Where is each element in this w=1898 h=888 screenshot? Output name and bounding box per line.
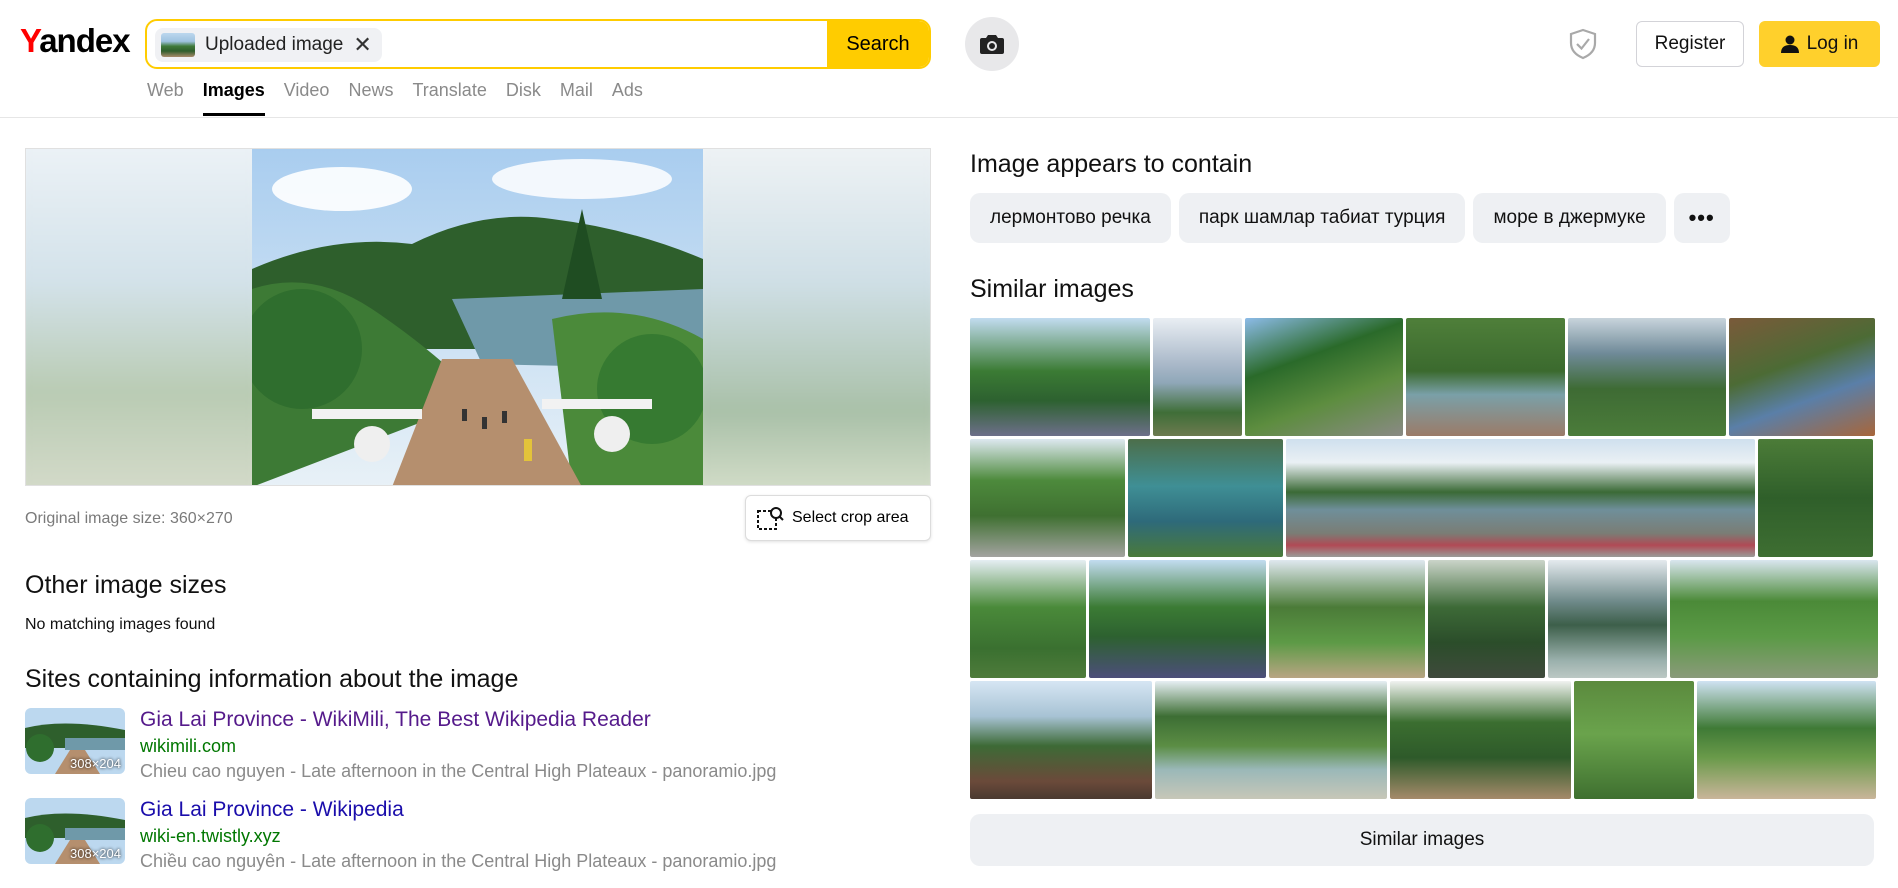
- uploaded-image-chip[interactable]: Uploaded image ✕: [155, 28, 382, 62]
- select-crop-area-button[interactable]: Select crop area: [745, 495, 931, 541]
- similar-image-thumbnail[interactable]: [1697, 681, 1876, 799]
- similar-image-thumbnail[interactable]: [970, 439, 1125, 557]
- logo-first-letter: Y: [20, 22, 40, 59]
- search-button[interactable]: Search: [827, 21, 929, 67]
- similar-image-thumbnail[interactable]: [1128, 439, 1283, 557]
- tab-images[interactable]: Images: [202, 80, 265, 116]
- similar-image-thumbnail[interactable]: [970, 318, 1150, 436]
- site-result-title[interactable]: Gia Lai Province - Wikipedia: [140, 798, 404, 822]
- tab-web[interactable]: Web: [147, 80, 184, 116]
- similar-image-thumbnail[interactable]: [1574, 681, 1694, 799]
- thumbnail-size: 308×204: [70, 756, 121, 771]
- similar-grid-row: [970, 318, 1875, 436]
- similar-image-thumbnail[interactable]: [1390, 681, 1571, 799]
- similar-grid-row: [970, 439, 1873, 557]
- register-button[interactable]: Register: [1636, 21, 1744, 67]
- similar-image-thumbnail[interactable]: [1568, 318, 1726, 436]
- thumbnail-size: 308×204: [70, 846, 121, 861]
- login-button[interactable]: Log in: [1759, 21, 1880, 67]
- similar-image-thumbnail[interactable]: [1548, 560, 1667, 678]
- yandex-logo[interactable]: Yandex: [20, 22, 131, 60]
- similar-image-thumbnail[interactable]: [1153, 318, 1242, 436]
- crop-icon: [757, 507, 784, 530]
- tag-item[interactable]: лермонтово речка: [970, 193, 1171, 243]
- site-result-thumbnail[interactable]: 308×204: [25, 708, 125, 774]
- login-label: Log in: [1806, 33, 1859, 54]
- tab-disk[interactable]: Disk: [506, 80, 541, 116]
- similar-image-thumbnail[interactable]: [1670, 560, 1878, 678]
- similar-image-thumbnail[interactable]: [1758, 439, 1873, 557]
- chip-label: Uploaded image: [205, 34, 344, 55]
- site-result-url[interactable]: wikimili.com: [140, 736, 236, 757]
- similar-image-thumbnail[interactable]: [1269, 560, 1425, 678]
- similar-image-thumbnail[interactable]: [970, 560, 1086, 678]
- remove-image-icon[interactable]: ✕: [353, 34, 371, 56]
- image-preview: [25, 148, 931, 486]
- shield-icon[interactable]: [1568, 28, 1598, 60]
- no-matching-message: No matching images found: [25, 616, 216, 633]
- camera-icon: [980, 35, 1004, 54]
- more-tags-button[interactable]: •••: [1673, 193, 1730, 243]
- tag-item[interactable]: море в джермуке: [1473, 193, 1666, 243]
- similar-image-thumbnail[interactable]: [970, 681, 1152, 799]
- similar-image-thumbnail[interactable]: [1155, 681, 1387, 799]
- object-tags: лермонтово речка парк шамлар табиат турц…: [970, 193, 1730, 243]
- site-result-thumbnail[interactable]: 308×204: [25, 798, 125, 864]
- image-contains-heading: Image appears to contain: [970, 150, 1253, 178]
- other-sizes-heading: Other image sizes: [25, 571, 227, 599]
- tab-translate[interactable]: Translate: [412, 80, 486, 116]
- similar-images-button[interactable]: Similar images: [970, 814, 1874, 866]
- tab-news[interactable]: News: [348, 80, 393, 116]
- site-result-description: Chiều cao nguyên - Late afternoon in the…: [140, 851, 777, 871]
- tab-ads[interactable]: Ads: [612, 80, 643, 116]
- site-result-url[interactable]: wiki-en.twistly.xyz: [140, 826, 281, 847]
- similar-image-thumbnail[interactable]: [1406, 318, 1565, 436]
- similar-image-thumbnail[interactable]: [1245, 318, 1403, 436]
- service-tabs: Web Images Video News Translate Disk Mai…: [147, 80, 662, 116]
- similar-images-heading: Similar images: [970, 275, 1134, 303]
- camera-search-button[interactable]: [965, 17, 1019, 71]
- site-result: 308×204 Gia Lai Province - Wikipedia wik…: [25, 798, 905, 871]
- header: Yandex Uploaded image ✕ Search Register …: [0, 0, 1898, 118]
- preview-blur-right: [692, 149, 930, 485]
- crop-button-label: Select crop area: [792, 509, 909, 526]
- uploaded-image-thumbnail: [161, 33, 195, 57]
- site-result-description: Chieu cao nguyen - Late afternoon in the…: [140, 761, 777, 781]
- site-result-title[interactable]: Gia Lai Province - WikiMili, The Best Wi…: [140, 708, 651, 732]
- site-result: 308×204 Gia Lai Province - WikiMili, The…: [25, 708, 905, 781]
- sites-heading: Sites containing information about the i…: [25, 665, 519, 693]
- user-icon: [1780, 35, 1799, 53]
- tab-mail[interactable]: Mail: [560, 80, 593, 116]
- uploaded-image: [252, 149, 703, 485]
- tab-video[interactable]: Video: [284, 80, 330, 116]
- similar-image-thumbnail[interactable]: [1286, 439, 1755, 557]
- logo-rest: andex: [39, 22, 130, 59]
- similar-grid-row: [970, 560, 1878, 678]
- tag-item[interactable]: парк шамлар табиат турция: [1178, 193, 1466, 243]
- similar-image-thumbnail[interactable]: [1089, 560, 1266, 678]
- original-image-size: Original image size: 360×270: [25, 510, 233, 527]
- search-box[interactable]: Uploaded image ✕ Search: [145, 19, 931, 69]
- preview-blur-left: [26, 149, 264, 485]
- similar-image-thumbnail[interactable]: [1428, 560, 1545, 678]
- similar-image-thumbnail[interactable]: [1729, 318, 1875, 436]
- similar-grid-row: [970, 681, 1876, 799]
